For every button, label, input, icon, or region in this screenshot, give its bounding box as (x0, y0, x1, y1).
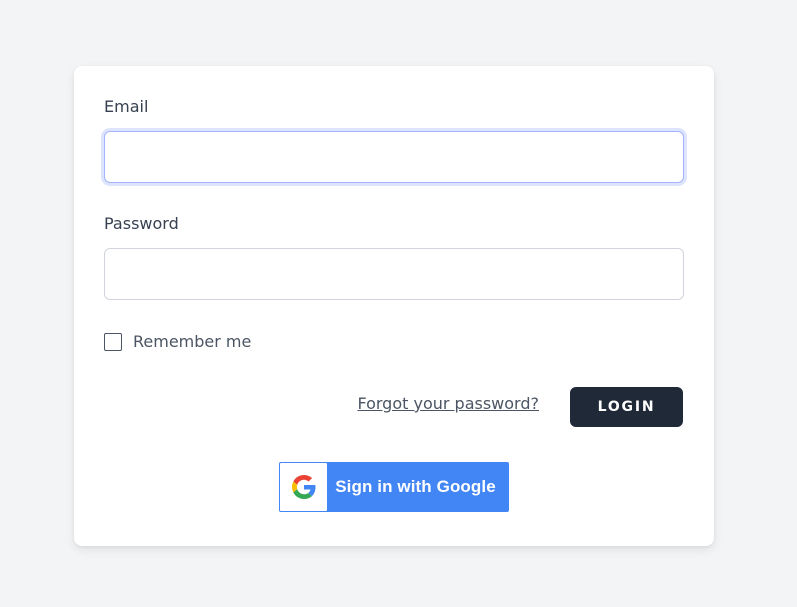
login-card: Email Password Remember me Forgot your p… (74, 66, 714, 546)
password-field[interactable] (104, 248, 684, 300)
email-field[interactable] (104, 131, 684, 183)
google-g-icon (291, 475, 315, 499)
google-icon-box (280, 463, 327, 511)
google-sign-in-button[interactable]: Sign in with Google (279, 462, 509, 512)
remember-me-toggle[interactable]: Remember me (104, 332, 251, 351)
remember-me-label: Remember me (133, 332, 252, 351)
login-button[interactable]: LOGIN (570, 387, 683, 427)
password-label: Password (104, 214, 179, 233)
remember-me-checkbox[interactable] (104, 332, 122, 351)
forgot-password-link[interactable]: Forgot your password? (357, 394, 539, 413)
email-label: Email (104, 97, 149, 116)
google-sign-in-label: Sign in with Google (335, 477, 496, 496)
